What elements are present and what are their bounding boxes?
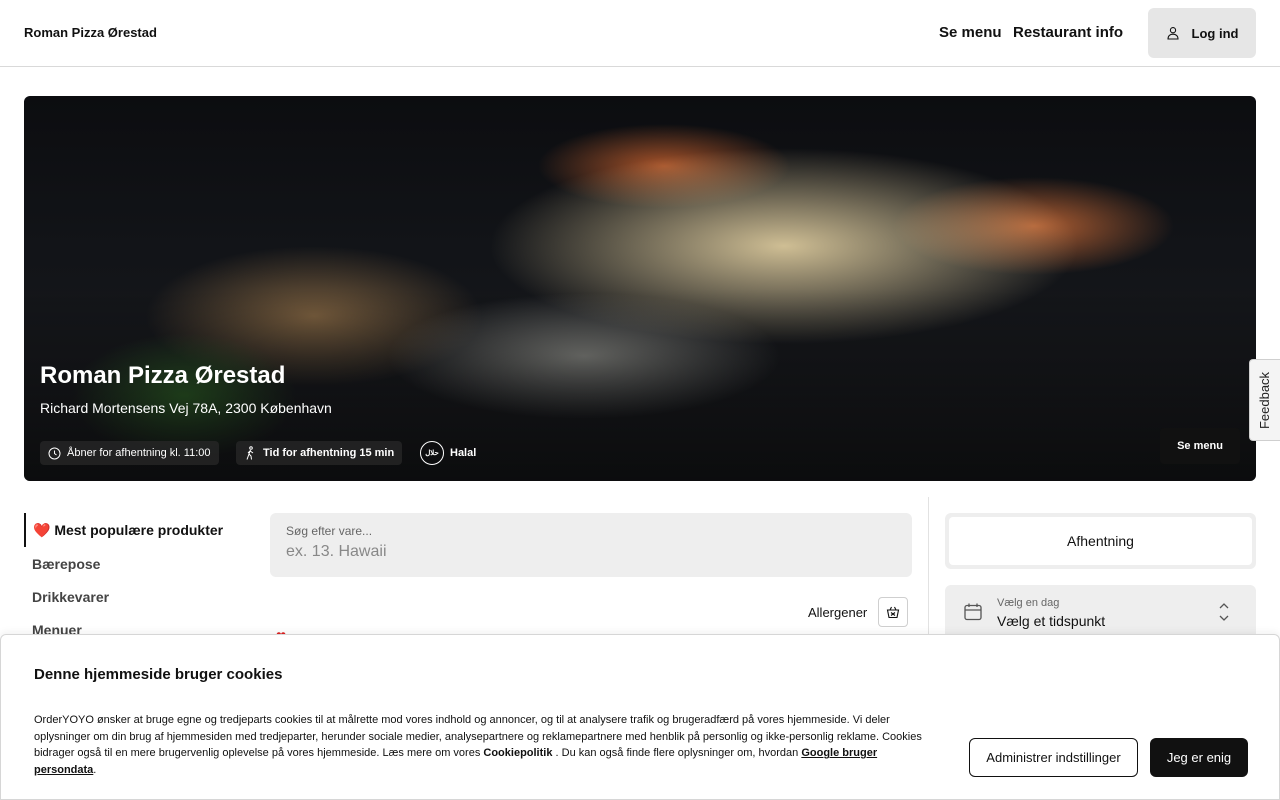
- feedback-tab[interactable]: Feedback: [1249, 359, 1280, 441]
- opening-time-text: Åbner for afhentning kl. 11:00: [67, 447, 211, 459]
- opening-time-chip: Åbner for afhentning kl. 11:00: [40, 441, 219, 465]
- restaurant-title: Roman Pizza Ørestad: [40, 362, 286, 389]
- day-select-label: Vælg en dag: [997, 597, 1060, 609]
- search-box[interactable]: Søg efter vare...: [270, 513, 912, 577]
- pickup-toggle[interactable]: Afhentning: [945, 513, 1256, 569]
- search-label: Søg efter vare...: [286, 524, 373, 538]
- agree-button[interactable]: Jeg er enig: [1150, 738, 1248, 777]
- calendar-icon: [964, 603, 982, 621]
- manage-settings-button[interactable]: Administrer indstillinger: [969, 738, 1138, 777]
- feedback-label: Feedback: [1257, 371, 1273, 429]
- cookie-text-part-2: . Du kan også finde flere oplysninger om…: [552, 747, 802, 760]
- chevron-up-down-icon: [1219, 603, 1229, 621]
- clock-icon: [48, 447, 61, 459]
- restaurant-address: Richard Mortensens Vej 78A, 2300 Københa…: [40, 400, 332, 416]
- column-divider: [928, 497, 929, 637]
- cookie-policy-link[interactable]: Cookiepolitik: [483, 747, 552, 759]
- walking-icon: [246, 446, 254, 460]
- halal-text: Halal: [450, 447, 477, 459]
- category-item-drinks[interactable]: Drikkevarer: [24, 580, 244, 613]
- nav-see-menu-link[interactable]: Se menu: [939, 24, 1002, 41]
- user-icon: [1166, 27, 1179, 40]
- nav-restaurant-info-link[interactable]: Restaurant info: [1013, 24, 1123, 41]
- time-select-value: Vælg et tidspunkt: [997, 613, 1106, 629]
- search-input[interactable]: [286, 541, 886, 563]
- pickup-option[interactable]: Afhentning: [949, 517, 1252, 565]
- pickup-time-chip: Tid for afhentning 15 min: [236, 441, 403, 465]
- login-button[interactable]: Log ind: [1148, 8, 1256, 58]
- site-header: Roman Pizza Ørestad Se menu Restaurant i…: [0, 0, 1280, 67]
- allergen-filter-button[interactable]: [878, 597, 908, 627]
- halal-badge-icon: حلال: [420, 441, 444, 465]
- cookie-text-part-3: .: [93, 763, 97, 776]
- category-sidebar: ❤️ Mest populære produkter Bærepose Drik…: [24, 513, 244, 646]
- login-label: Log ind: [1191, 25, 1239, 41]
- category-item-popular[interactable]: ❤️ Mest populære produkter: [24, 513, 244, 547]
- pickup-time-text: Tid for afhentning 15 min: [263, 447, 395, 459]
- brand-name[interactable]: Roman Pizza Ørestad: [24, 25, 157, 40]
- allergen-label[interactable]: Allergener: [808, 605, 867, 620]
- hero-see-menu-button[interactable]: Se menu: [1160, 428, 1240, 464]
- halal-chip: حلال Halal: [416, 441, 480, 465]
- category-item-bag[interactable]: Bærepose: [24, 547, 244, 580]
- cookie-text: OrderYOYO ønsker at bruge egne og tredje…: [34, 712, 929, 778]
- hero-banner: Roman Pizza Ørestad Richard Mortensens V…: [24, 96, 1256, 481]
- cookie-banner: Denne hjemmeside bruger cookies OrderYOY…: [0, 634, 1280, 800]
- day-time-selector[interactable]: Vælg en dag Vælg et tidspunkt: [945, 585, 1256, 641]
- hero-image-overlay: [24, 96, 1256, 481]
- allergen-icon: [886, 606, 900, 619]
- cookie-title: Denne hjemmeside bruger cookies: [34, 666, 283, 683]
